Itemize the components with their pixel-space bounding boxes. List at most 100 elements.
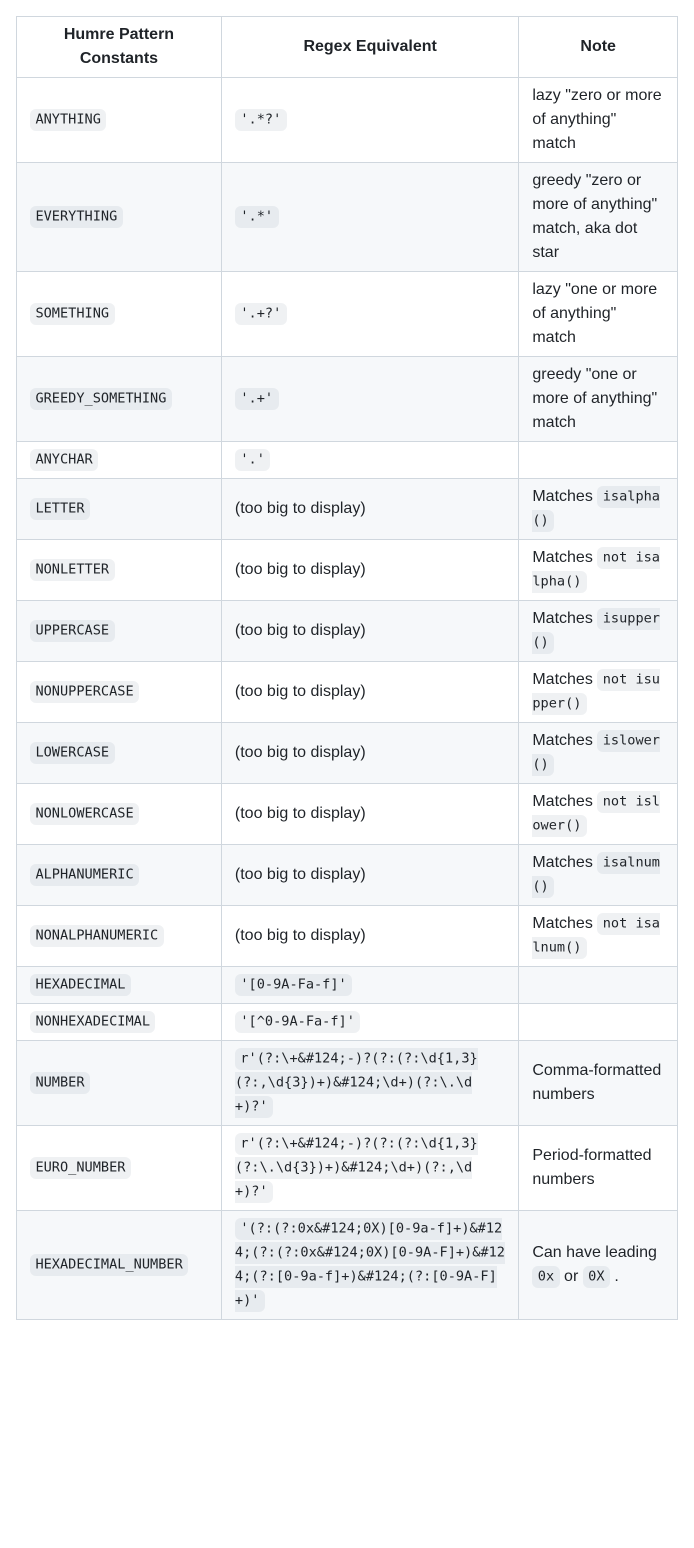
regex-code: r'(?:\+&#124;-)?(?:(?:\d{1,3}(?:,\d{3})+…	[235, 1048, 478, 1117]
table-row: GREEDY_SOMETHING '.+' greedy "one or more …	[17, 357, 678, 442]
note-code: 0x	[532, 1266, 559, 1287]
cell-regex: '(?:(?:0x&#124;0X)[0-9a-f]+)&#124;(?:(?:…	[221, 1211, 518, 1320]
cell-constant: HEXADECIMAL_NUMBER	[17, 1211, 222, 1320]
cell-constant: NUMBER	[17, 1041, 222, 1126]
cell-regex: '[^0-9A-Fa-f]'	[221, 1004, 518, 1041]
cell-constant: ANYCHAR	[17, 442, 222, 479]
regex-code: '(?:(?:0x&#124;0X)[0-9a-f]+)&#124;(?:(?:…	[235, 1218, 505, 1311]
table-row: ANYTHING '.*?'lazy "zero or more of anyth…	[17, 78, 678, 163]
table-row: ALPHANUMERIC (too big to display) Matches …	[17, 845, 678, 906]
cell-note	[519, 1004, 678, 1041]
note-text: Matches	[532, 732, 597, 749]
note-text: Matches	[532, 549, 597, 566]
regex-code: '.+'	[235, 388, 279, 409]
regex-code: r'(?:\+&#124;-)?(?:(?:\d{1,3}(?:\.\d{3})…	[235, 1133, 478, 1202]
constant-code: HEXADECIMAL	[30, 974, 131, 995]
cell-constant: EVERYTHING	[17, 163, 222, 272]
cell-regex: (too big to display)	[221, 784, 518, 845]
constant-code: NUMBER	[30, 1072, 90, 1093]
cell-regex: '[0-9A-Fa-f]'	[221, 967, 518, 1004]
table-row: ANYCHAR '.'	[17, 442, 678, 479]
cell-constant: ANYTHING	[17, 78, 222, 163]
table-row: HEXADECIMAL '[0-9A-Fa-f]'	[17, 967, 678, 1004]
constant-code: NONALPHANUMERIC	[30, 925, 164, 946]
constant-code: NONUPPERCASE	[30, 681, 139, 702]
cell-constant: SOMETHING	[17, 272, 222, 357]
note-text: Matches	[532, 610, 597, 627]
constant-code: EURO_NUMBER	[30, 1157, 131, 1178]
constant-code: ALPHANUMERIC	[30, 864, 139, 885]
header-constants: Humre Pattern Constants	[17, 17, 222, 78]
regex-text: (too big to display)	[235, 744, 366, 761]
constant-code: ANYTHING	[30, 109, 106, 130]
note-text: Matches	[532, 793, 597, 810]
cell-regex: r'(?:\+&#124;-)?(?:(?:\d{1,3}(?:\.\d{3})…	[221, 1126, 518, 1211]
note-text: lazy "one or more of anything" match	[532, 281, 657, 346]
table-row: NONALPHANUMERIC(too big to display)Match…	[17, 906, 678, 967]
note-text: or	[560, 1268, 583, 1285]
table-row: NONLOWERCASE (too big to display) Matches …	[17, 784, 678, 845]
cell-note: Matches isalnum()	[519, 845, 678, 906]
cell-regex: '.*?'	[221, 78, 518, 163]
constant-code: GREEDY_SOMETHING	[30, 388, 172, 409]
cell-note: lazy "zero or more of anything" match	[519, 78, 678, 163]
cell-regex: r'(?:\+&#124;-)?(?:(?:\d{1,3}(?:,\d{3})+…	[221, 1041, 518, 1126]
note-text: greedy "one or more of anything" match	[532, 366, 657, 431]
constant-code: UPPERCASE	[30, 620, 115, 641]
constant-code: ANYCHAR	[30, 449, 98, 470]
constant-code: HEXADECIMAL_NUMBER	[30, 1254, 188, 1275]
constant-code: LOWERCASE	[30, 742, 115, 763]
note-text: Matches	[532, 854, 597, 871]
note-text: Can have leading	[532, 1244, 657, 1261]
cell-note: Period-formatted numbers	[519, 1126, 678, 1211]
cell-constant: GREEDY_SOMETHING	[17, 357, 222, 442]
cell-constant: NONUPPERCASE	[17, 662, 222, 723]
note-text: .	[610, 1268, 619, 1285]
cell-constant: UPPERCASE	[17, 601, 222, 662]
regex-code: '.+?'	[235, 303, 287, 324]
note-text: Matches	[532, 915, 597, 932]
table-row: LETTER (too big to display)Matches isalph…	[17, 479, 678, 540]
cell-regex: (too big to display)	[221, 479, 518, 540]
note-text: Comma-formatted numbers	[532, 1062, 661, 1103]
constant-code: SOMETHING	[30, 303, 115, 324]
cell-constant: NONLETTER	[17, 540, 222, 601]
constant-code: NONLETTER	[30, 559, 115, 580]
regex-code: '[0-9A-Fa-f]'	[235, 974, 352, 995]
cell-regex: (too big to display)	[221, 540, 518, 601]
note-text: Period-formatted numbers	[532, 1147, 651, 1188]
constant-code: EVERYTHING	[30, 206, 123, 227]
cell-note: Can have leading 0x or 0X .	[519, 1211, 678, 1320]
cell-note: Matches islower()	[519, 723, 678, 784]
cell-note: Matches not isalnum()	[519, 906, 678, 967]
regex-text: (too big to display)	[235, 561, 366, 578]
table-row: LOWERCASE (too big to display) Matches isl…	[17, 723, 678, 784]
cell-constant: NONLOWERCASE	[17, 784, 222, 845]
cell-regex: '.*'	[221, 163, 518, 272]
cell-note	[519, 967, 678, 1004]
cell-regex: '.+'	[221, 357, 518, 442]
cell-note: Matches not islower()	[519, 784, 678, 845]
cell-regex: '.+?'	[221, 272, 518, 357]
cell-regex: '.'	[221, 442, 518, 479]
constant-code: LETTER	[30, 498, 90, 519]
note-text: greedy "zero or more of anything" match,…	[532, 172, 657, 261]
cell-constant: NONALPHANUMERIC	[17, 906, 222, 967]
cell-constant: HEXADECIMAL	[17, 967, 222, 1004]
note-code: 0X	[583, 1266, 610, 1287]
cell-note: Matches isalpha()	[519, 479, 678, 540]
regex-code: '.*'	[235, 206, 279, 227]
cell-regex: (too big to display)	[221, 601, 518, 662]
table-row: EVERYTHING '.*' greedy "zero or more of an…	[17, 163, 678, 272]
table-header-row: Humre Pattern Constants Regex Equivalent…	[17, 17, 678, 78]
cell-constant: LETTER	[17, 479, 222, 540]
table-row: HEXADECIMAL_NUMBER '(?:(?:0x&#124;0X)[0-9…	[17, 1211, 678, 1320]
table-row: SOMETHING '.+?' lazy "one or more of anyth…	[17, 272, 678, 357]
regex-text: (too big to display)	[235, 866, 366, 883]
regex-text: (too big to display)	[235, 805, 366, 822]
table-row: NONLETTER(too big to display)Matches not…	[17, 540, 678, 601]
note-text: Matches	[532, 488, 597, 505]
constants-table: Humre Pattern Constants Regex Equivalent…	[16, 16, 678, 1320]
cell-regex: (too big to display)	[221, 906, 518, 967]
note-text: lazy "zero or more of anything" match	[532, 87, 661, 152]
